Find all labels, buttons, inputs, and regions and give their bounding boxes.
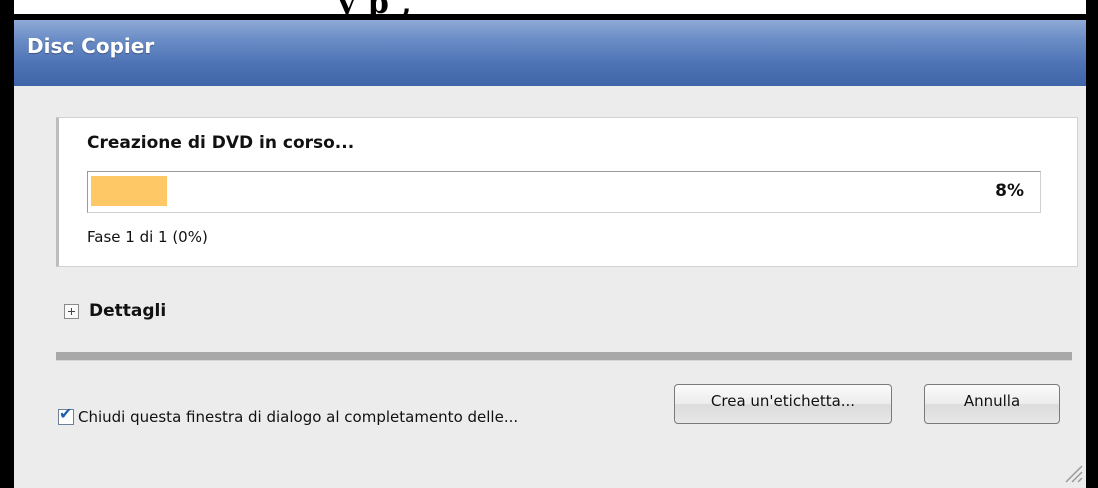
window-title: Disc Copier <box>27 34 155 58</box>
details-label: Dettagli <box>89 301 167 321</box>
progress-status-text: Creazione di DVD in corso... <box>87 133 355 153</box>
separator <box>56 352 1072 361</box>
checkmark-icon: ✔ <box>59 404 73 423</box>
resize-grip-icon[interactable] <box>1060 460 1084 484</box>
plus-expand-icon[interactable] <box>64 303 79 319</box>
cancel-button[interactable]: Annulla <box>924 384 1060 424</box>
progress-panel: Creazione di DVD in corso... 8% Fase 1 d… <box>56 117 1078 267</box>
create-label-button[interactable]: Crea un'etichetta... <box>674 384 892 424</box>
phase-status-text: Fase 1 di 1 (0%) <box>87 228 208 246</box>
close-on-complete-option[interactable]: ✔ Chiudi questa finestra di dialogo al c… <box>58 404 518 426</box>
progress-bar: 8% <box>87 171 1041 213</box>
disc-copier-dialog: Disc Copier Creazione di DVD in corso...… <box>14 20 1086 488</box>
create-label-button-text: Crea un'etichetta... <box>710 392 856 410</box>
image-border-left <box>0 0 14 488</box>
details-expander[interactable]: Dettagli <box>64 300 166 322</box>
image-border-right <box>1086 0 1098 488</box>
progress-percent: 8% <box>995 181 1024 201</box>
title-bar[interactable]: Disc Copier <box>14 20 1086 86</box>
close-on-complete-label[interactable]: Chiudi questa finestra di dialogo al com… <box>78 408 518 426</box>
close-on-complete-checkbox[interactable]: ✔ <box>58 404 74 425</box>
progress-bar-fill <box>91 176 167 206</box>
cancel-button-text: Annulla <box>963 392 1021 410</box>
